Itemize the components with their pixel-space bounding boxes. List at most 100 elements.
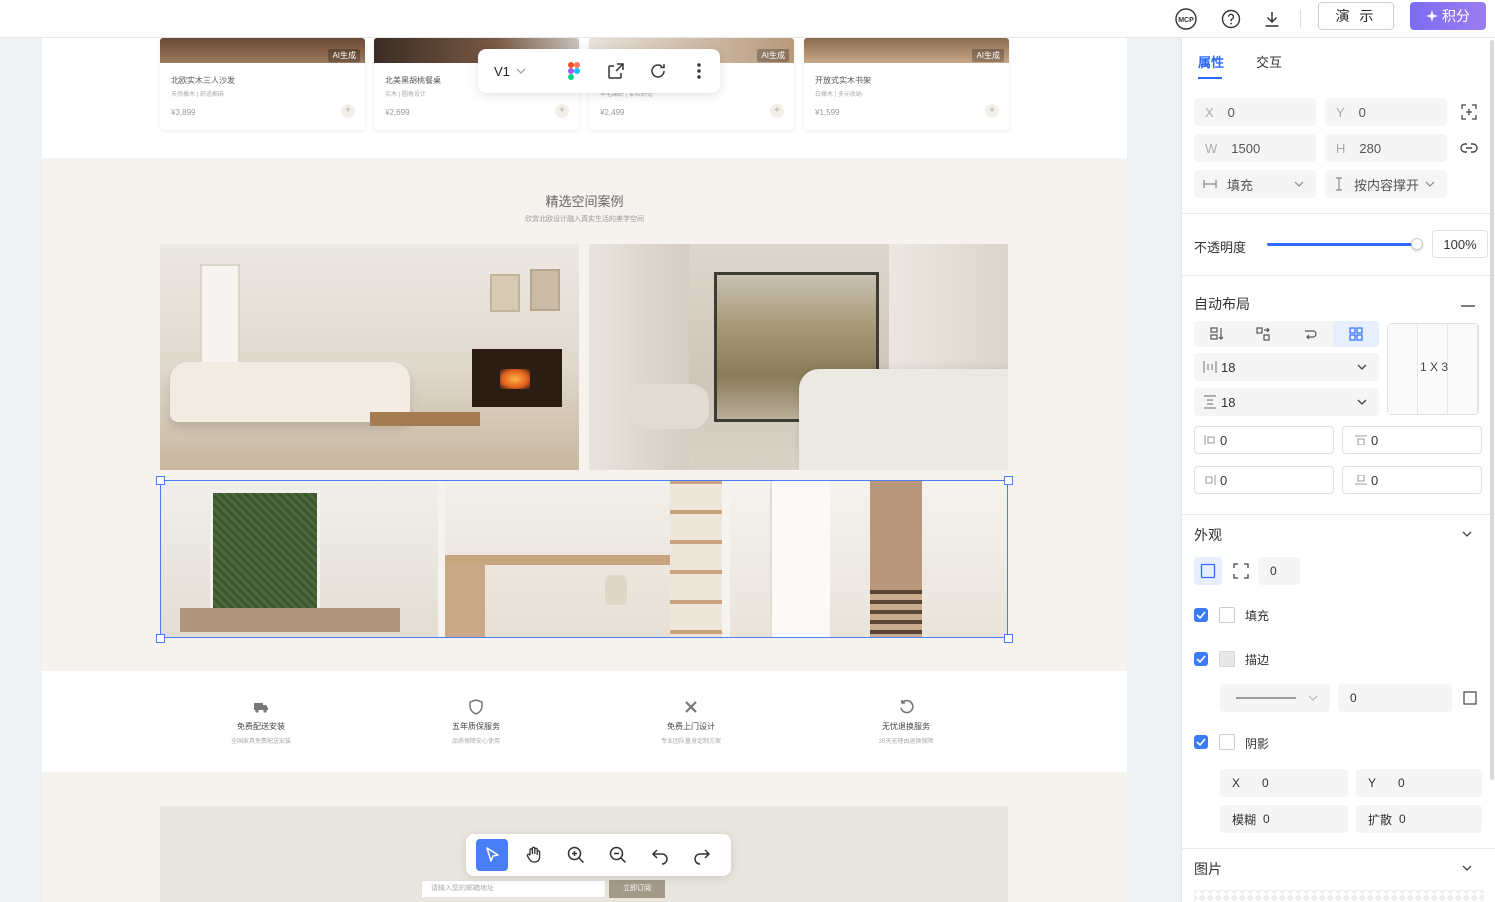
opacity-slider-track[interactable] bbox=[1267, 243, 1417, 246]
resize-handle-bottom-left[interactable] bbox=[156, 634, 165, 643]
resize-handle-top-right[interactable] bbox=[1004, 476, 1013, 485]
padding-top-input[interactable]: 0 bbox=[1342, 426, 1482, 454]
hand-tool-button[interactable] bbox=[518, 839, 550, 871]
product-card[interactable]: AI生成 开放式实木书架 白橡木 | 多元收纳 ¥1,599 + bbox=[804, 38, 1009, 130]
resize-handle-bottom-right[interactable] bbox=[1004, 634, 1013, 643]
padding-right-input[interactable]: 0 bbox=[1194, 466, 1334, 494]
add-to-cart-button[interactable]: + bbox=[555, 104, 569, 118]
cases-section[interactable]: 精选空间案例 欣赏北欧设计融入真实生活的美学空间 bbox=[42, 158, 1127, 671]
individual-radius-icon[interactable] bbox=[1227, 557, 1255, 585]
panel-scrollbar[interactable] bbox=[1490, 40, 1494, 780]
desk-cabinet-shape bbox=[445, 565, 485, 637]
remove-auto-layout-icon[interactable] bbox=[1458, 296, 1478, 316]
padding-left-input[interactable]: 0 bbox=[1194, 426, 1334, 454]
zoom-out-icon bbox=[609, 846, 627, 864]
bed-shape bbox=[799, 369, 1008, 470]
shadow-checkbox[interactable] bbox=[1194, 735, 1208, 749]
chevron-down-icon[interactable] bbox=[1462, 531, 1472, 537]
fill-color-swatch[interactable] bbox=[1219, 607, 1235, 623]
active-tab-indicator bbox=[1198, 77, 1222, 79]
shadow-blur-input[interactable]: 模糊 0 bbox=[1220, 805, 1348, 833]
height-hug-icon bbox=[1336, 177, 1342, 191]
present-button[interactable]: 演 示 bbox=[1318, 2, 1394, 30]
product-card[interactable]: AI生成 北欧实木三人沙发 天然橡木 | 舒适棉麻 ¥3,899 + bbox=[160, 38, 365, 130]
layout-wrap-icon[interactable] bbox=[1287, 321, 1333, 347]
service-desc: 专业团队量身定制方案 bbox=[660, 739, 721, 745]
height-mode-select[interactable]: 按内容撑开 bbox=[1325, 170, 1447, 198]
mcp-icon[interactable]: MCP bbox=[1173, 6, 1199, 32]
fill-checkbox[interactable] bbox=[1194, 608, 1208, 622]
bedroom-image[interactable] bbox=[589, 244, 1008, 470]
subscribe-button[interactable]: 立即订阅 bbox=[609, 880, 665, 898]
image-preview-checker[interactable] bbox=[1194, 890, 1484, 902]
chevron-down-icon[interactable] bbox=[1462, 865, 1472, 871]
stroke-style-select[interactable] bbox=[1220, 684, 1330, 712]
uniform-radius-icon[interactable] bbox=[1194, 557, 1222, 585]
add-to-cart-button[interactable]: + bbox=[770, 104, 784, 118]
services-section[interactable]: 免费配送安装 全国家具免费配送安装 五年质保服务 品质保障安心使用 免费上门设计… bbox=[42, 671, 1127, 772]
dining-table-shape bbox=[180, 608, 400, 632]
newsletter-email-input[interactable]: 请输入您的邮箱地址 bbox=[421, 880, 606, 898]
tab-properties[interactable]: 属性 bbox=[1198, 52, 1224, 71]
h-value: 280 bbox=[1359, 140, 1382, 156]
study-room-image[interactable] bbox=[445, 480, 722, 637]
entryway-image[interactable] bbox=[730, 480, 1008, 637]
x-field[interactable]: X0 bbox=[1194, 98, 1316, 126]
radius-input[interactable]: 0 bbox=[1258, 557, 1300, 585]
figma-icon[interactable] bbox=[553, 56, 595, 86]
dining-room-image[interactable] bbox=[160, 480, 438, 637]
select-tool-button[interactable] bbox=[476, 839, 508, 871]
opacity-slider-knob[interactable] bbox=[1411, 238, 1423, 250]
shadow-x-input[interactable]: X 0 bbox=[1220, 769, 1348, 797]
stroke-color-swatch[interactable] bbox=[1219, 651, 1235, 667]
help-icon[interactable] bbox=[1218, 6, 1244, 32]
design-canvas[interactable]: AI生成 北欧实木三人沙发 天然橡木 | 舒适棉麻 ¥3,899 + 北美黑胡桃… bbox=[0, 38, 1180, 902]
zoom-out-button[interactable] bbox=[602, 839, 634, 871]
resize-handle-top-left[interactable] bbox=[156, 476, 165, 485]
version-select[interactable]: V1 bbox=[494, 64, 553, 79]
link-ratio-icon[interactable] bbox=[1458, 137, 1480, 159]
y-field[interactable]: Y0 bbox=[1325, 98, 1447, 126]
layout-grid-icon[interactable] bbox=[1332, 321, 1379, 347]
service-item: 免费配送安装 全国家具免费配送安装 bbox=[161, 699, 361, 745]
padding-bottom-input[interactable]: 0 bbox=[1342, 466, 1482, 494]
layout-vertical-icon[interactable] bbox=[1194, 321, 1240, 347]
shadow-label: 阴影 bbox=[1245, 737, 1270, 751]
shadow-y-input[interactable]: Y 0 bbox=[1356, 769, 1482, 797]
add-to-cart-button[interactable]: + bbox=[985, 104, 999, 118]
service-desc: 全国家具免费配送安装 bbox=[230, 739, 291, 745]
points-button[interactable]: 积分 bbox=[1410, 2, 1486, 30]
width-field[interactable]: W 1500 bbox=[1194, 134, 1316, 162]
shadow-color-swatch[interactable] bbox=[1219, 734, 1235, 750]
layout-horizontal-icon[interactable] bbox=[1240, 321, 1286, 347]
product-image: AI生成 bbox=[160, 38, 365, 63]
redo-button[interactable] bbox=[686, 839, 718, 871]
stroke-sides-icon[interactable] bbox=[1460, 688, 1480, 708]
download-icon[interactable] bbox=[1259, 6, 1285, 32]
add-to-cart-button[interactable]: + bbox=[341, 104, 355, 118]
undo-button[interactable] bbox=[644, 839, 676, 871]
more-icon[interactable] bbox=[678, 56, 720, 86]
stroke-checkbox[interactable] bbox=[1194, 652, 1208, 666]
artboard-page[interactable]: AI生成 北欧实木三人沙发 天然橡木 | 舒适棉麻 ¥3,899 + 北美黑胡桃… bbox=[42, 38, 1127, 902]
position-crosshair-icon[interactable] bbox=[1458, 101, 1480, 123]
width-mode-select[interactable]: 填充 bbox=[1194, 170, 1316, 198]
opacity-label: 不透明度 bbox=[1194, 240, 1247, 255]
stroke-width-input[interactable]: 0 bbox=[1338, 684, 1452, 712]
grid-preview[interactable]: 1 X 3 bbox=[1387, 323, 1479, 415]
vertical-gap-select[interactable]: 18 bbox=[1194, 388, 1379, 416]
product-price: ¥3,899 bbox=[171, 108, 196, 117]
living-room-image[interactable] bbox=[160, 244, 579, 470]
toolbar-separator bbox=[1300, 10, 1301, 28]
regenerate-icon[interactable] bbox=[637, 56, 679, 86]
height-field[interactable]: H 280 bbox=[1325, 134, 1447, 162]
product-desc: 实木 | 圆角设计 bbox=[385, 92, 426, 98]
opacity-input[interactable]: 100% bbox=[1432, 230, 1488, 258]
zoom-in-button[interactable] bbox=[560, 839, 592, 871]
tab-interaction[interactable]: 交互 bbox=[1256, 52, 1282, 71]
products-section[interactable]: AI生成 北欧实木三人沙发 天然橡木 | 舒适棉麻 ¥3,899 + 北美黑胡桃… bbox=[42, 38, 1127, 158]
share-icon[interactable] bbox=[595, 56, 637, 86]
horizontal-gap-select[interactable]: 18 bbox=[1194, 353, 1379, 381]
shadow-x-value: 0 bbox=[1262, 776, 1269, 790]
shadow-spread-input[interactable]: 扩散 0 bbox=[1356, 805, 1482, 833]
